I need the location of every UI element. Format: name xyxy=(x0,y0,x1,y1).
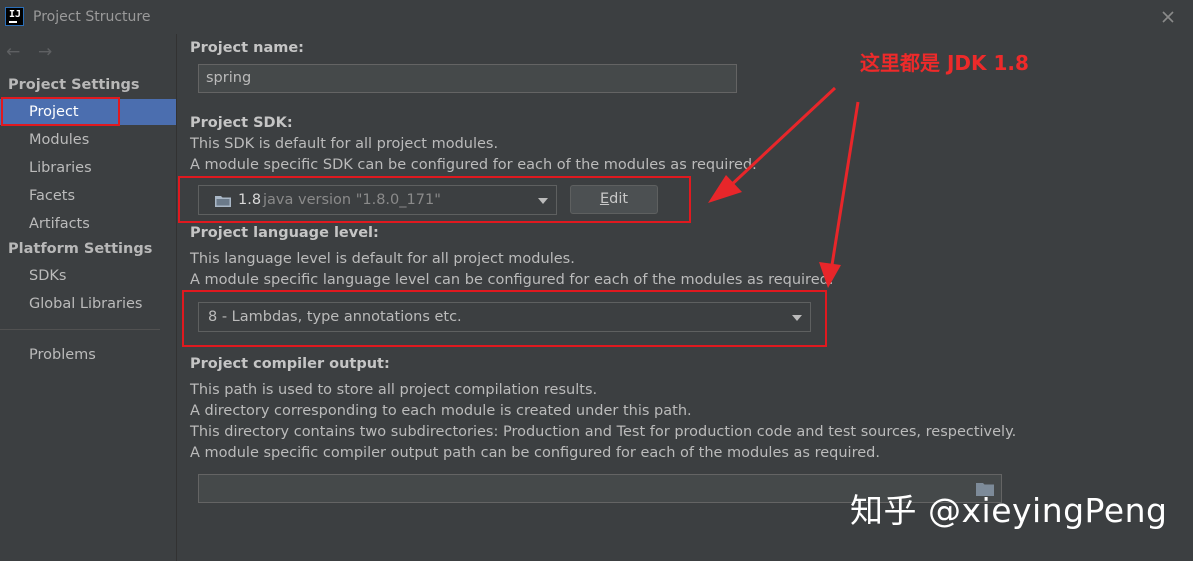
language-level-desc-1: This language level is default for all p… xyxy=(190,251,575,267)
language-level-label: Project language level: xyxy=(190,225,379,241)
title-bar: IJ Project Structure xyxy=(0,0,1193,34)
back-arrow-icon[interactable]: ← xyxy=(6,42,20,62)
project-sdk-label: Project SDK: xyxy=(190,115,293,131)
sidebar-item-problems[interactable]: Problems xyxy=(0,342,176,368)
sidebar-item-sdks[interactable]: SDKs xyxy=(0,263,176,289)
language-level-desc-2: A module specific language level can be … xyxy=(190,272,834,288)
annotation-label: 这里都是 JDK 1.8 xyxy=(860,51,1029,75)
sidebar-item-modules[interactable]: Modules xyxy=(0,127,176,153)
forward-arrow-icon[interactable]: → xyxy=(38,42,52,62)
project-structure-window: IJ Project Structure ← → Project Setting… xyxy=(0,0,1193,561)
highlight-sdk-row xyxy=(178,176,691,223)
sidebar-item-libraries[interactable]: Libraries xyxy=(0,155,176,181)
project-sdk-desc-2: A module specific SDK can be configured … xyxy=(190,157,757,173)
section-platform-settings: Platform Settings xyxy=(8,241,153,257)
highlight-language-level xyxy=(182,290,827,347)
project-sdk-desc-1: This SDK is default for all project modu… xyxy=(190,136,499,152)
sidebar-divider xyxy=(0,329,160,330)
compiler-output-label: Project compiler output: xyxy=(190,356,390,372)
zhihu-watermark: 知乎 @xieyingPeng xyxy=(850,491,1168,530)
highlight-project-item xyxy=(1,97,120,126)
project-name-input[interactable]: spring xyxy=(198,64,737,93)
compiler-output-desc-3: This directory contains two subdirectori… xyxy=(190,424,1017,440)
compiler-output-desc-2: A directory corresponding to each module… xyxy=(190,403,692,419)
compiler-output-desc-1: This path is used to store all project c… xyxy=(190,382,598,398)
project-name-label: Project name: xyxy=(190,40,304,56)
sidebar-item-artifacts[interactable]: Artifacts xyxy=(0,211,176,237)
sidebar-item-global-libraries[interactable]: Global Libraries xyxy=(0,291,176,317)
close-icon[interactable] xyxy=(1157,6,1179,28)
window-title: Project Structure xyxy=(33,9,151,25)
compiler-output-desc-4: A module specific compiler output path c… xyxy=(190,445,880,461)
section-project-settings: Project Settings xyxy=(8,77,140,93)
sidebar-item-facets[interactable]: Facets xyxy=(0,183,176,209)
intellij-logo-icon: IJ xyxy=(5,7,24,26)
